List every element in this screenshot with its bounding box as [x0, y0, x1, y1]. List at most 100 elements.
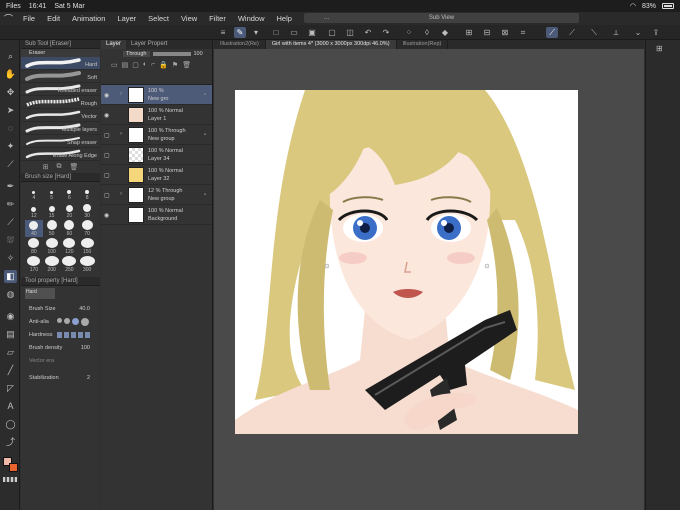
menu-select[interactable]: Select [148, 14, 169, 23]
menu-view[interactable]: View [181, 14, 197, 23]
magic-wand-icon[interactable]: ✦ [4, 140, 17, 153]
brush-size-5[interactable]: 5 [43, 184, 61, 201]
vector-eraser-row[interactable]: Vector era [21, 354, 100, 367]
correct-line-icon[interactable]: ⤴ [4, 436, 17, 449]
line-icon[interactable]: ╱ [4, 364, 17, 377]
menu-animation[interactable]: Animation [72, 14, 105, 23]
doc-tab-3[interactable]: Illustration(Rep) [397, 40, 449, 49]
menu-filter[interactable]: Filter [209, 14, 226, 23]
layer-row[interactable]: ▢ › 100 % Through New group ▪ [101, 125, 212, 145]
subtool-item-erase-along-edge[interactable]: Erase Along Edge [21, 148, 100, 161]
subtool-item-multiple-layers[interactable]: Multiple layers [21, 122, 100, 135]
export-icon[interactable]: ◫ [344, 27, 356, 38]
chevron-right-icon[interactable]: › [120, 131, 122, 137]
brush-size-8[interactable]: 8 [78, 184, 96, 201]
eraser-icon[interactable]: ◧ [4, 270, 17, 283]
selection-lasso-icon[interactable]: ◌ [4, 122, 17, 135]
reference-icon[interactable]: ⚑ [172, 61, 178, 82]
brush-density-value[interactable]: 100 [81, 345, 90, 351]
copy-subtool-icon[interactable]: ⧉ [56, 163, 61, 171]
eye-hidden-icon[interactable]: ▢ [104, 192, 110, 199]
figure-icon[interactable]: ▱ [4, 346, 17, 359]
pen-icon[interactable]: ✎ [234, 27, 246, 38]
brush-size-12[interactable]: 12 [25, 202, 43, 219]
brush-size-30[interactable]: 30 [78, 202, 96, 219]
brush-size-100[interactable]: 100 [43, 238, 61, 255]
crop-icon[interactable]: ⌗ [517, 27, 529, 38]
pen-tool-icon[interactable]: ✒ [4, 180, 17, 193]
doc-tab-2[interactable]: Girl with items 4* (3000 x 3000px 300dpi… [265, 40, 397, 49]
blend-mode-select[interactable]: Through [123, 51, 150, 57]
menu-icon[interactable]: ≡ [217, 27, 229, 38]
sub-color-swatch[interactable] [9, 463, 18, 472]
brush-size-170[interactable]: 170 [25, 256, 43, 273]
brush-size-250[interactable]: 250 [61, 256, 79, 273]
delete-layer-icon[interactable]: 🗑 [182, 61, 191, 82]
hardness-slider[interactable] [57, 331, 91, 338]
brush-size-70[interactable]: 70 [78, 220, 96, 237]
pointer-icon[interactable]: ▾ [250, 27, 262, 38]
subtool-item-hard[interactable]: Hard [21, 57, 100, 70]
text-icon[interactable]: A [4, 400, 17, 413]
menu-help[interactable]: Help [277, 14, 292, 23]
brush-size-15[interactable]: 15 [43, 202, 61, 219]
subtool-item-snap-eraser[interactable]: Snap eraser [21, 135, 100, 148]
chevron-right-icon[interactable]: › [120, 91, 122, 97]
app-icon[interactable]: ⌒ [4, 12, 13, 25]
save-icon[interactable]: ▣ [306, 27, 318, 38]
perspective-icon[interactable]: ⟍ [588, 27, 600, 38]
operation-icon[interactable]: ➤ [4, 104, 17, 117]
brush-size-150[interactable]: 150 [78, 238, 96, 255]
transparent-color-swatch[interactable] [3, 477, 17, 482]
share-icon[interactable]: ⇪ [650, 27, 662, 38]
brush-size-60[interactable]: 60 [61, 220, 79, 237]
zoom-icon[interactable]: ⌕ [4, 50, 17, 63]
subtool-item-rough[interactable]: Rough [21, 96, 100, 109]
lock-icon[interactable]: 🔒 [159, 61, 168, 82]
brush-size-120[interactable]: 120 [61, 238, 79, 255]
eye-hidden-icon[interactable]: ▢ [104, 132, 110, 139]
hand-icon[interactable]: ✋ [4, 68, 17, 81]
brush-size-200[interactable]: 200 [43, 256, 61, 273]
stabilization-row[interactable]: Stabilization 2 [21, 371, 100, 384]
new-raster-layer-icon[interactable]: ▭ [111, 61, 118, 82]
select-all-icon[interactable]: ⊞ [463, 27, 475, 38]
menu-layer[interactable]: Layer [117, 14, 136, 23]
redo-icon[interactable]: ↷ [380, 27, 392, 38]
layer-row[interactable]: ◉ 100 % Normal Background [101, 205, 212, 225]
lock-icon[interactable]: ▪ [204, 92, 206, 98]
brush-size-40[interactable]: 40 [25, 220, 43, 237]
eyedropper-icon[interactable]: ⟋ [4, 158, 17, 171]
brush-size-50[interactable]: 50 [43, 220, 61, 237]
brush-size-6[interactable]: 6 [61, 184, 79, 201]
undo-icon[interactable]: ↶ [362, 27, 374, 38]
brush-size-80[interactable]: 80 [25, 238, 43, 255]
hardness-row[interactable]: Hardness [21, 328, 100, 341]
opacity-value[interactable]: 100 [194, 51, 203, 57]
artwork-canvas[interactable] [235, 90, 578, 434]
new-vector-layer-icon[interactable]: ▤ [122, 61, 129, 82]
snap-icon[interactable]: ⟋ [566, 27, 578, 38]
blend-icon[interactable]: ◍ [4, 288, 17, 301]
fill-icon[interactable]: ◆ [439, 27, 451, 38]
eye-icon[interactable]: ◉ [104, 92, 109, 99]
eye-icon[interactable]: ◉ [104, 112, 109, 119]
brush-size-300[interactable]: 300 [78, 256, 96, 273]
layer-row[interactable]: ▢ 100 % Normal Layer 32 [101, 165, 212, 185]
add-panel-icon[interactable]: ⊞ [656, 44, 663, 53]
doc-tab-1[interactable]: Illustration2(Re) [214, 40, 266, 49]
balloon-icon[interactable]: ◯ [4, 418, 17, 431]
stabilization-value[interactable]: 2 [87, 375, 90, 381]
brush-icon[interactable]: ⟋ [4, 216, 17, 229]
antialias-row[interactable]: Anti-alia [21, 315, 100, 328]
move-icon[interactable]: ✥ [4, 86, 17, 99]
invert-icon[interactable]: ⊠ [499, 27, 511, 38]
decoration-icon[interactable]: ✧ [4, 252, 17, 265]
chevron-right-icon[interactable]: › [120, 191, 122, 197]
brush-size-value[interactable]: 40.0 [79, 306, 90, 312]
fill-tool-icon[interactable]: ◉ [4, 310, 17, 323]
layer-row[interactable]: ◉ › 100 % New gro ▪ [101, 85, 212, 105]
subtool-item-kneaded[interactable]: Kneaded eraser [21, 83, 100, 96]
subtool-item-soft[interactable]: Soft [21, 70, 100, 83]
subview-bar[interactable]: ... Sub View [304, 13, 579, 23]
